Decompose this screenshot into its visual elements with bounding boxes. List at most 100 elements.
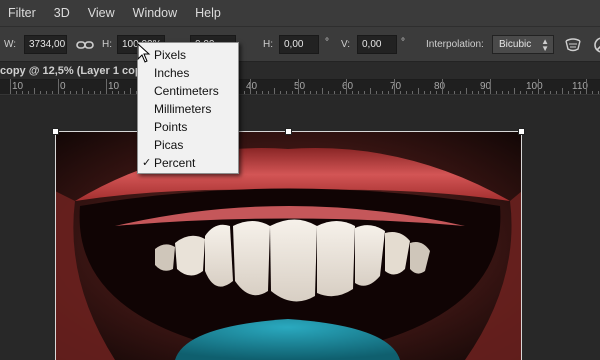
ruler-label: 100 <box>526 81 543 92</box>
hskew-label: H: <box>263 39 273 50</box>
mouth-photo <box>55 131 522 360</box>
ruler-tick <box>400 91 401 94</box>
ruler-tick <box>268 91 269 94</box>
ruler-tick <box>40 91 41 94</box>
options-bar: W: 3734,00 p H: 100,00% 0,00 H: 0,00 ° V… <box>0 26 600 62</box>
interpolation-label: Interpolation: <box>426 39 484 50</box>
transform-handle-top-center[interactable] <box>285 128 292 135</box>
ruler-tick <box>598 91 599 94</box>
ruler-tick <box>508 91 509 94</box>
mouse-cursor-icon <box>137 43 151 63</box>
ruler-tick <box>454 91 455 94</box>
checkmark-icon: ✓ <box>142 157 152 169</box>
ruler-tick <box>568 91 569 94</box>
transform-handle-top-left[interactable] <box>52 128 59 135</box>
select-arrows-icon: ▲ ▼ <box>541 37 549 53</box>
ruler-tick <box>538 79 539 94</box>
ruler-tick <box>52 91 53 94</box>
ruler-tick <box>64 91 65 94</box>
ruler-tick <box>256 91 257 94</box>
ruler-tick <box>436 91 437 94</box>
units-option-inches[interactable]: Inches <box>138 64 238 82</box>
ruler-tick <box>514 88 515 94</box>
ruler-tick <box>76 91 77 94</box>
units-option-points[interactable]: Points <box>138 118 238 136</box>
ruler-tick <box>478 91 479 94</box>
ruler-tick <box>592 91 593 94</box>
ruler-tick <box>22 91 23 94</box>
ruler-tick <box>46 91 47 94</box>
ruler-tick <box>340 91 341 94</box>
ruler-tick <box>58 79 59 94</box>
ruler-tick <box>352 91 353 94</box>
ruler-tick <box>70 91 71 94</box>
cancel-transform-icon[interactable] <box>592 35 600 55</box>
transform-handle-top-right[interactable] <box>518 128 525 135</box>
ruler-tick <box>292 91 293 94</box>
ruler-tick <box>112 91 113 94</box>
ruler-tick <box>304 91 305 94</box>
menu-window[interactable]: Window <box>133 6 177 20</box>
warp-icon[interactable] <box>563 35 583 55</box>
ruler-tick <box>502 91 503 94</box>
ruler-tick <box>424 91 425 94</box>
ruler-tick <box>562 88 563 94</box>
ruler-tick <box>388 91 389 94</box>
link-icon[interactable] <box>75 35 95 55</box>
units-option-percent[interactable]: ✓ Percent <box>138 154 238 172</box>
ruler-tick <box>16 91 17 94</box>
horizontal-ruler: 10 0 10 20 30 40 50 60 70 80 90 100 110 <box>0 79 600 95</box>
units-option-picas[interactable]: Picas <box>138 136 238 154</box>
units-option-centimeters[interactable]: Centimeters <box>138 82 238 100</box>
vskew-degree: ° <box>401 37 405 48</box>
ruler-tick <box>496 91 497 94</box>
units-option-millimeters[interactable]: Millimeters <box>138 100 238 118</box>
ruler-tick <box>94 91 95 94</box>
ruler-tick <box>490 79 491 94</box>
ruler-tick <box>100 91 101 94</box>
ruler-tick <box>466 88 467 94</box>
ruler-tick <box>28 91 29 94</box>
document-tab[interactable]: copy @ 12,5% (Layer 1 cop <box>0 62 600 80</box>
ruler-tick <box>106 79 107 94</box>
ruler-tick <box>316 91 317 94</box>
ruler-tick <box>574 91 575 94</box>
ruler-tick <box>118 91 119 94</box>
ruler-tick <box>526 91 527 94</box>
ruler-tick <box>280 91 281 94</box>
ruler-tick <box>322 88 323 94</box>
ruler-tick <box>484 91 485 94</box>
ruler-tick <box>34 88 35 94</box>
menu-filter[interactable]: Filter <box>8 6 36 20</box>
ruler-tick <box>544 91 545 94</box>
ruler-tick <box>328 91 329 94</box>
canvas-area[interactable] <box>0 96 600 360</box>
mouth-illustration <box>55 131 522 360</box>
ruler-tick <box>244 91 245 94</box>
ruler-tick <box>376 91 377 94</box>
menu-view[interactable]: View <box>88 6 115 20</box>
menu-bar: Filter 3D View Window Help <box>0 0 600 26</box>
menu-help[interactable]: Help <box>195 6 221 20</box>
interpolation-select[interactable]: Bicubic ▲ ▼ <box>492 35 554 54</box>
vskew-field[interactable]: 0,00 <box>357 35 397 54</box>
units-dropdown-menu: Pixels Inches Centimeters Millimeters Po… <box>137 42 239 174</box>
ruler-tick <box>448 91 449 94</box>
menu-3d[interactable]: 3D <box>54 6 70 20</box>
ruler-tick <box>130 88 131 94</box>
ruler-tick <box>472 91 473 94</box>
interpolation-value: Bicubic <box>499 39 532 50</box>
ruler-tick <box>310 91 311 94</box>
units-option-pixels[interactable]: Pixels <box>138 46 238 64</box>
ruler-tick <box>520 91 521 94</box>
ruler-tick <box>556 91 557 94</box>
ruler-tick <box>418 88 419 94</box>
hskew-field[interactable]: 0,00 <box>279 35 319 54</box>
width-field[interactable]: 3734,00 p <box>24 35 67 54</box>
ruler-tick <box>10 79 11 94</box>
width-label: W: <box>4 39 17 50</box>
height-label: H: <box>102 39 112 50</box>
ruler-tick <box>286 91 287 94</box>
ruler-tick <box>442 79 443 94</box>
ruler-tick <box>358 91 359 94</box>
